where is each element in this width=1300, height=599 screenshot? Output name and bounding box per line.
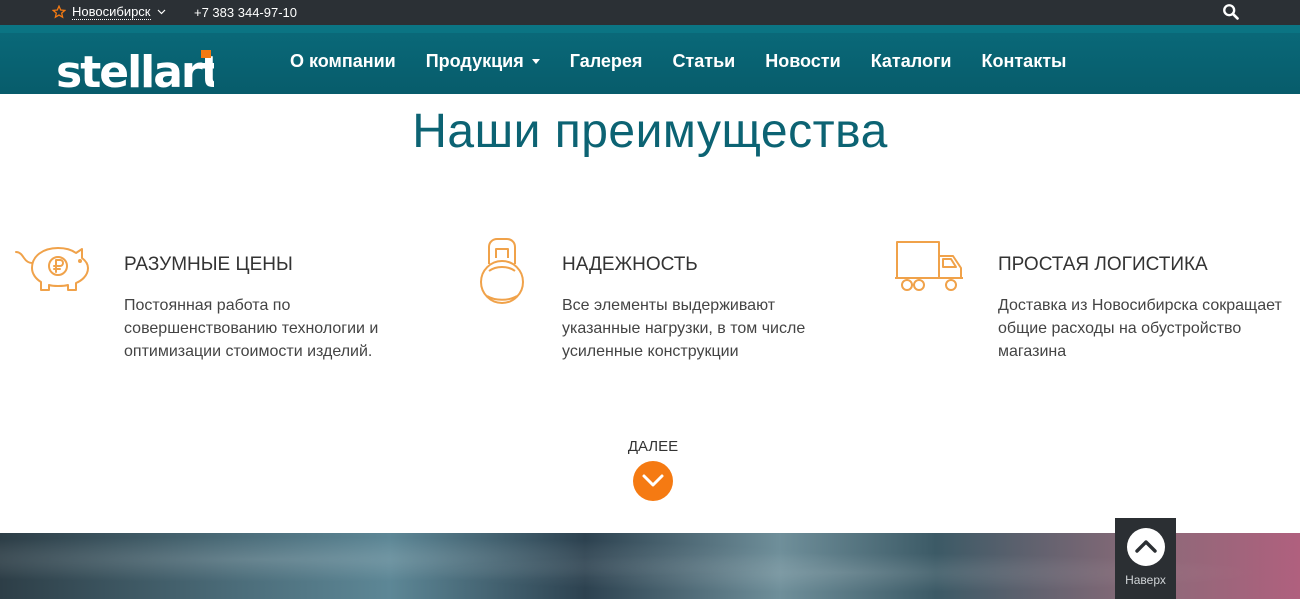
- stellart-logo: stellart: [56, 47, 224, 98]
- star-icon: [52, 5, 66, 19]
- kettlebell-icon: [480, 238, 524, 304]
- nav-item-news[interactable]: Новости: [765, 51, 840, 72]
- logo[interactable]: stellart: [56, 47, 224, 98]
- logo-accent: [201, 50, 211, 58]
- phone-number[interactable]: +7 383 344-97-10: [194, 5, 297, 20]
- nav-item-label: Новости: [765, 51, 841, 71]
- nav-item-contacts[interactable]: Контакты: [982, 51, 1067, 72]
- nav-item-catalogs[interactable]: Каталоги: [871, 51, 952, 72]
- nav-item-company[interactable]: О компании: [290, 51, 396, 72]
- city-label[interactable]: Новосибирск: [72, 4, 151, 20]
- delivery-truck-icon: [895, 241, 963, 291]
- section-title: Наши преимущества: [412, 105, 888, 158]
- more-button[interactable]: [633, 461, 673, 501]
- feature-text: Постоянная работа по совершенствованию т…: [124, 297, 379, 360]
- chevron-down-icon: [642, 474, 664, 487]
- nav-item-label: Галерея: [569, 51, 643, 71]
- logo-text: stellart: [56, 47, 214, 93]
- scroll-to-top-button[interactable]: Наверх: [1115, 518, 1176, 599]
- feature-title: РАЗУМНЫЕ ЦЕНЫ: [124, 254, 293, 275]
- feature-prices: РАЗУМНЫЕ ЦЕНЫ Постоянная работа по совер…: [14, 238, 444, 378]
- caret-down-icon: [531, 59, 540, 64]
- hero-image-band: [0, 533, 1300, 599]
- nav-item-label: Продукция: [425, 51, 524, 71]
- feature-logistics: ПРОСТАЯ ЛОГИСТИКА Доставка из Новосибирс…: [893, 238, 1293, 378]
- piggy-bank-ruble-icon: [15, 247, 89, 291]
- nav-item-products[interactable]: Продукция: [426, 51, 540, 72]
- more-label[interactable]: ДАЛЕЕ: [600, 438, 706, 455]
- feature-title: ПРОСТАЯ ЛОГИСТИКА: [998, 254, 1208, 275]
- scroll-top-label: Наверх: [1125, 573, 1166, 587]
- more-block: ДАЛЕЕ: [600, 438, 706, 501]
- scroll-top-circle: [1126, 528, 1165, 566]
- nav-menu: О компании Продукция Галерея Статьи Ново…: [290, 51, 1066, 72]
- chevron-down-icon[interactable]: [157, 9, 166, 15]
- feature-title: НАДЕЖНОСТЬ: [562, 254, 698, 275]
- main-navbar: stellart О компании Продукция Галерея Ст…: [0, 25, 1300, 98]
- top-bar: Новосибирск +7 383 344-97-10: [0, 0, 1300, 25]
- city-selector[interactable]: Новосибирск: [52, 4, 166, 20]
- nav-item-label: Контакты: [981, 51, 1067, 71]
- search-icon[interactable]: [1222, 3, 1240, 21]
- feature-text: Все элементы выдерживают указанные нагру…: [562, 297, 806, 360]
- chevron-up-icon: [1134, 540, 1157, 553]
- feature-text: Доставка из Новосибирска сокращает общие…: [998, 297, 1282, 360]
- nav-item-label: Каталоги: [870, 51, 952, 71]
- nav-item-gallery[interactable]: Галерея: [570, 51, 643, 72]
- nav-item-label: Статьи: [672, 51, 736, 71]
- feature-reliability: НАДЕЖНОСТЬ Все элементы выдерживают указ…: [478, 236, 898, 376]
- nav-item-articles[interactable]: Статьи: [672, 51, 735, 72]
- nav-item-label: О компании: [290, 51, 396, 71]
